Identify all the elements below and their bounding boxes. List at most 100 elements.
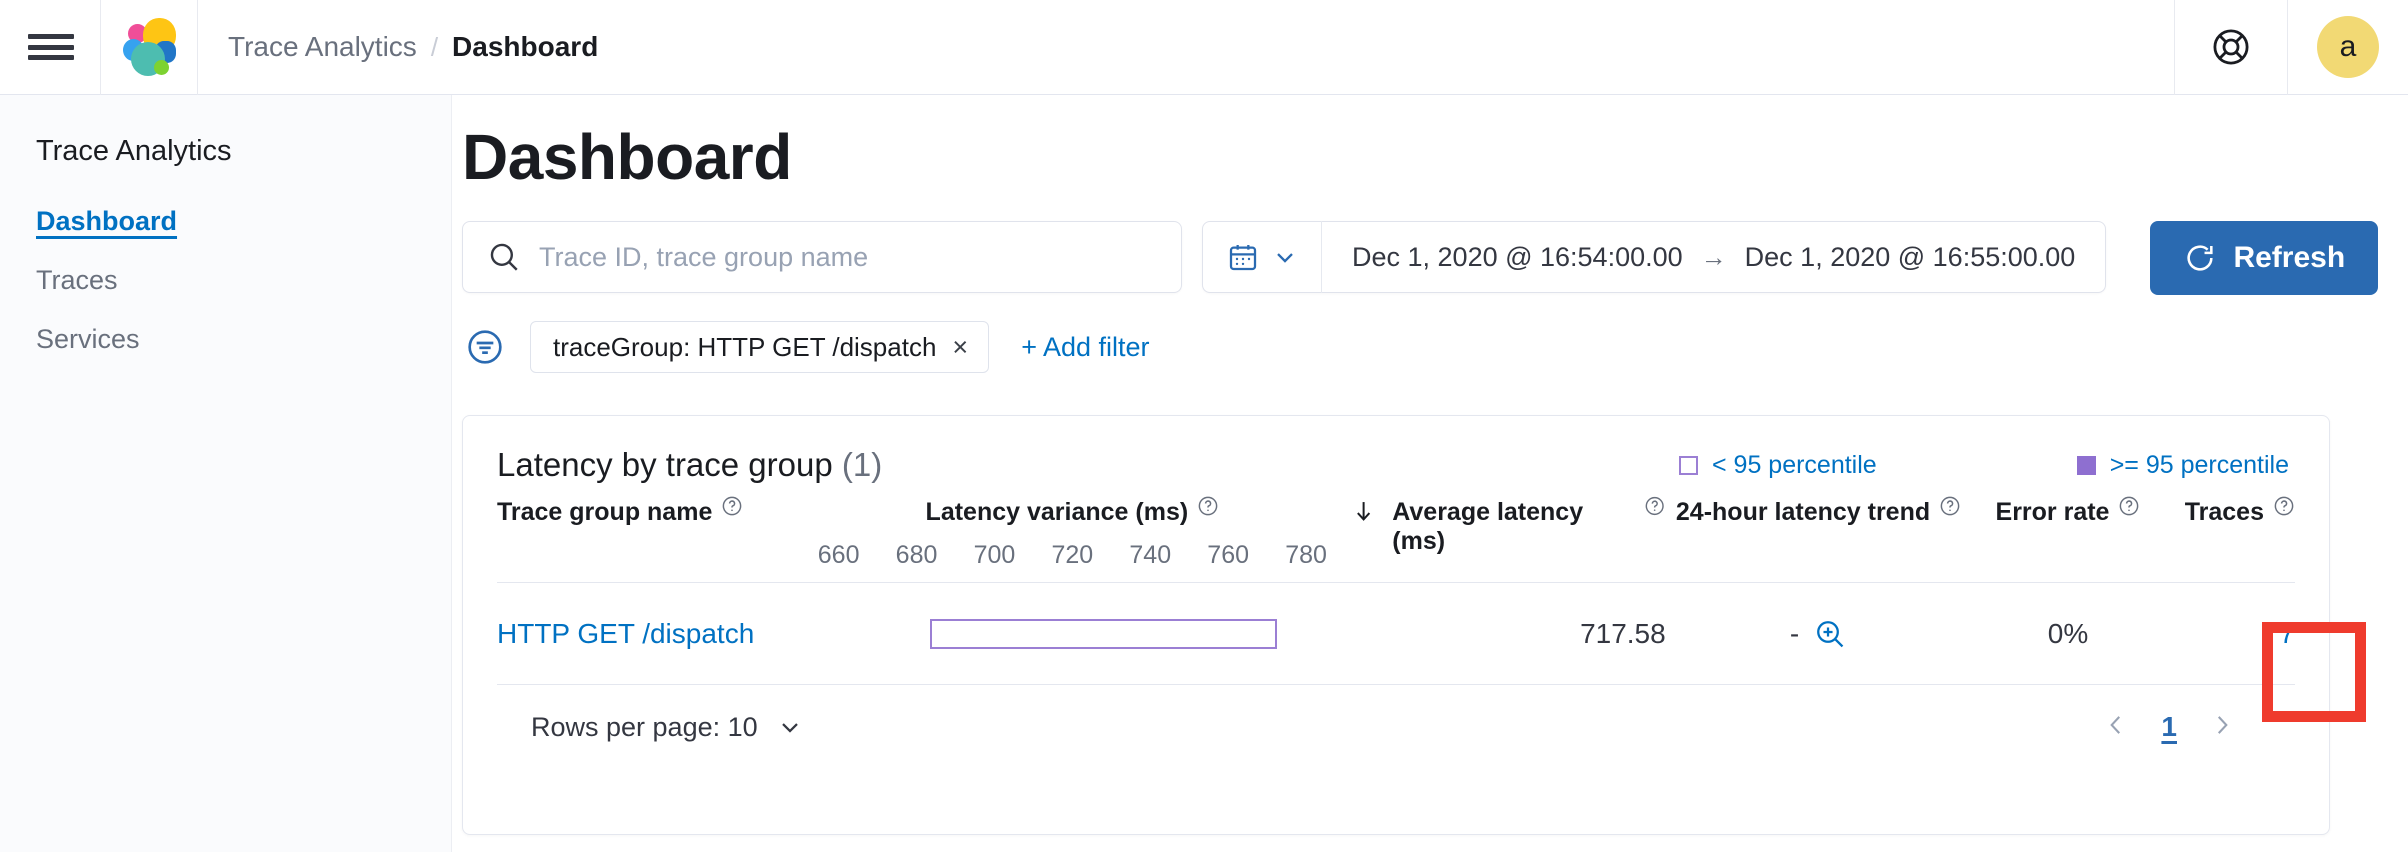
chevron-right-icon bbox=[2217, 715, 2228, 734]
chevron-left-icon bbox=[2110, 715, 2121, 734]
axis-tick: 760 bbox=[1207, 541, 1250, 569]
elastic-logo-icon[interactable] bbox=[101, 0, 197, 95]
header-divider-2 bbox=[197, 0, 198, 95]
legend: < 95 percentile >= 95 percentile bbox=[1679, 451, 2289, 480]
rows-per-page-label: Rows per page: 10 bbox=[531, 711, 758, 742]
breadcrumb-current: Dashboard bbox=[452, 31, 599, 62]
add-filter-button[interactable]: + Add filter bbox=[1021, 332, 1149, 363]
latency-trend-cell: - bbox=[1666, 617, 1972, 651]
date-start[interactable]: Dec 1, 2020 @ 16:54:00.00 bbox=[1352, 242, 1683, 273]
axis-tick: 780 bbox=[1285, 541, 1327, 569]
calendar-quick-select-button[interactable] bbox=[1203, 221, 1321, 293]
top-header-bar: Trace Analytics / Dashboard a bbox=[0, 0, 2408, 95]
trace-group-name-link[interactable]: HTTP GET /dispatch bbox=[497, 618, 794, 650]
magnify-plus-icon[interactable] bbox=[1813, 617, 1847, 651]
controls-row: Trace ID, trace group name Dec 1, 2020 @… bbox=[462, 221, 2408, 295]
chevron-down-icon bbox=[781, 723, 798, 733]
help-question-icon[interactable] bbox=[1644, 495, 1665, 517]
search-icon bbox=[490, 243, 518, 271]
average-latency-value: 717.58 bbox=[1580, 617, 1666, 649]
panel-title-count: (1) bbox=[841, 446, 883, 483]
axis-tick: 740 bbox=[1129, 541, 1172, 569]
pagination-next-button[interactable] bbox=[2187, 712, 2257, 743]
legend-swatch-solid-icon bbox=[2076, 455, 2096, 475]
table-header-row: Trace group name Latency variance (ms) 6… bbox=[497, 495, 2295, 583]
main-content: Dashboard Trace ID, trace group name Dec… bbox=[452, 95, 2408, 852]
column-label-average-latency: Average latency (ms) bbox=[1392, 498, 1584, 555]
filter-pill-tracegroup[interactable]: traceGroup: HTTP GET /dispatch × bbox=[530, 321, 990, 373]
filter-icon[interactable] bbox=[462, 324, 508, 370]
header-right-actions: a bbox=[2174, 0, 2408, 95]
legend-item-below-95[interactable]: < 95 percentile bbox=[1679, 451, 1877, 480]
legend-label-above-95: >= 95 percentile bbox=[2109, 450, 2289, 479]
panel-title: Latency by trace group (1) bbox=[497, 446, 882, 484]
help-question-icon[interactable] bbox=[721, 495, 743, 517]
sidebar-item-traces[interactable]: Traces bbox=[36, 265, 118, 296]
pagination: 1 bbox=[2081, 711, 2257, 743]
panel-title-text: Latency by trace group bbox=[497, 446, 833, 483]
date-range-display: Dec 1, 2020 @ 16:54:00.00 → Dec 1, 2020 … bbox=[1322, 242, 2105, 273]
column-header-latency-trend[interactable]: 24-hour latency trend bbox=[1666, 495, 1972, 527]
search-input[interactable]: Trace ID, trace group name bbox=[462, 221, 1182, 293]
close-icon[interactable]: × bbox=[952, 332, 968, 363]
sidebar: Trace Analytics Dashboard Traces Service… bbox=[0, 95, 452, 852]
table-row: HTTP GET /dispatch 717.58 - 0% 7 bbox=[497, 583, 2295, 685]
help-question-icon[interactable] bbox=[1939, 495, 1961, 517]
chevron-down-icon bbox=[1277, 253, 1293, 263]
legend-swatch-hollow-icon bbox=[1679, 455, 1698, 475]
calendar-icon bbox=[1229, 245, 1257, 271]
latency-trend-value: - bbox=[1789, 617, 1800, 649]
pagination-page-1[interactable]: 1 bbox=[2151, 711, 2187, 743]
error-rate-value: 0% bbox=[2047, 617, 2089, 649]
axis-tick: 660 bbox=[817, 541, 860, 569]
column-label-latency-variance-wrap[interactable]: Latency variance (ms) bbox=[925, 495, 1220, 527]
boxplot-rect bbox=[929, 618, 1278, 649]
latency-variance-boxplot bbox=[794, 604, 1351, 664]
avatar[interactable]: a bbox=[2288, 0, 2408, 95]
date-arrow-icon: → bbox=[1700, 241, 1727, 272]
sidebar-item-services[interactable]: Services bbox=[36, 324, 140, 355]
filter-pill-label: traceGroup: HTTP GET /dispatch bbox=[553, 331, 937, 362]
app-root: Trace Analytics / Dashboard a Trace Anal… bbox=[0, 0, 2408, 852]
column-header-error-rate[interactable]: Error rate bbox=[1971, 495, 2164, 527]
traces-count-link[interactable]: 7 bbox=[2165, 618, 2295, 650]
legend-item-above-95[interactable]: >= 95 percentile bbox=[2076, 450, 2289, 480]
panel-header: Latency by trace group (1) < 95 percenti… bbox=[463, 416, 2329, 484]
breadcrumb-separator: / bbox=[430, 31, 439, 62]
axis-tick: 700 bbox=[973, 541, 1016, 569]
column-label-latency-trend: 24-hour latency trend bbox=[1675, 498, 1931, 526]
pagination-prev-button[interactable] bbox=[2081, 712, 2151, 743]
help-question-icon[interactable] bbox=[2273, 495, 2295, 517]
refresh-button-label: Refresh bbox=[2233, 241, 2346, 274]
breadcrumb: Trace Analytics / Dashboard bbox=[228, 0, 598, 95]
refresh-icon bbox=[2187, 245, 2214, 271]
column-header-traces[interactable]: Traces bbox=[2165, 495, 2295, 527]
column-label-traces: Traces bbox=[2184, 498, 2264, 526]
search-placeholder: Trace ID, trace group name bbox=[539, 241, 869, 272]
avatar-initial: a bbox=[2317, 16, 2379, 78]
sidebar-item-dashboard[interactable]: Dashboard bbox=[36, 206, 177, 237]
help-life-ring-icon[interactable] bbox=[2175, 0, 2287, 95]
legend-label-below-95: < 95 percentile bbox=[1712, 450, 1877, 479]
filter-row: traceGroup: HTTP GET /dispatch × + Add f… bbox=[462, 321, 2408, 373]
rows-per-page-selector[interactable]: Rows per page: 10 bbox=[531, 712, 804, 743]
column-header-latency-variance: Latency variance (ms) 660 680 700 720 74… bbox=[794, 495, 1351, 570]
column-header-average-latency[interactable]: Average latency (ms) bbox=[1351, 495, 1666, 556]
arrow-down-icon bbox=[1357, 502, 1371, 521]
latency-table: Trace group name Latency variance (ms) 6… bbox=[463, 495, 2329, 743]
help-question-icon[interactable] bbox=[2118, 495, 2140, 517]
column-label-trace-group-name: Trace group name bbox=[497, 498, 713, 526]
date-range-picker: Dec 1, 2020 @ 16:54:00.00 → Dec 1, 2020 … bbox=[1202, 221, 2107, 293]
help-question-icon[interactable] bbox=[1197, 495, 1219, 517]
date-end[interactable]: Dec 1, 2020 @ 16:55:00.00 bbox=[1745, 242, 2076, 273]
refresh-button[interactable]: Refresh bbox=[2150, 221, 2379, 295]
page-title: Dashboard bbox=[462, 121, 792, 193]
breadcrumb-parent[interactable]: Trace Analytics bbox=[228, 31, 417, 63]
hamburger-menu-icon[interactable] bbox=[28, 29, 74, 65]
column-header-trace-group-name[interactable]: Trace group name bbox=[497, 495, 794, 527]
latency-by-trace-group-panel: Latency by trace group (1) < 95 percenti… bbox=[462, 415, 2330, 835]
column-label-latency-variance: Latency variance (ms) bbox=[925, 498, 1189, 526]
axis-tick: 680 bbox=[895, 541, 938, 569]
table-footer: Rows per page: 10 1 bbox=[497, 685, 2295, 743]
column-label-error-rate: Error rate bbox=[1995, 498, 2110, 526]
